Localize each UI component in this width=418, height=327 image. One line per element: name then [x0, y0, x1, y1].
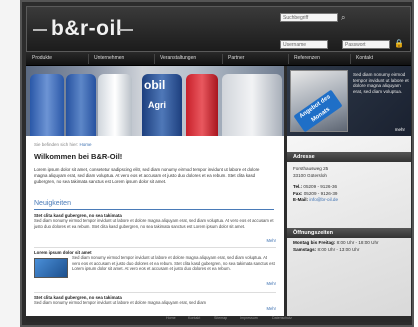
- address-block: Forsthausweg 25 33100 Gütersloh Tel.: 05…: [293, 166, 338, 204]
- footer-link-kontakt[interactable]: Kontakt: [188, 316, 200, 320]
- intro-text: Lorem ipsum dolor sit amet, consetetur s…: [34, 167, 260, 184]
- site-header: b&r-oil Suchbegriff ⌕ Username Passwort …: [26, 6, 411, 52]
- barrel-image: [222, 74, 282, 136]
- promo-stamp: Angebot des Monats: [293, 89, 343, 133]
- news-item: Lorem ipsum dolor sit amet Sed diam nonu…: [34, 250, 276, 292]
- news-item: Stet clita kasd gubergren, no sea takima…: [34, 213, 276, 247]
- lock-icon[interactable]: 🔒: [394, 39, 404, 48]
- nav-divider: [350, 54, 351, 64]
- tel-label: Tel.:: [293, 184, 303, 189]
- weekday-hours: 8:00 Uhr - 18:00 Uhr: [336, 240, 379, 245]
- breadcrumb: Sie befinden sich hier: Home: [34, 142, 92, 147]
- page-title: Wilkommen bei B&R-Oil!: [34, 152, 123, 161]
- footer-link-datenschutz[interactable]: Datenschutz: [272, 316, 292, 320]
- tel-value: 05209 - 9126-36: [303, 184, 338, 189]
- sidebar: Adresse Forsthausweg 25 33100 Gütersloh …: [287, 136, 411, 321]
- address-email: E-Mail: info@br-oil.de: [293, 197, 338, 204]
- weekday-label: Montag bis Freitag:: [293, 240, 336, 245]
- nav-item-produkte[interactable]: Produkte: [32, 55, 52, 61]
- footer-link-sitemap[interactable]: Sitemap: [214, 316, 227, 320]
- news-more-link[interactable]: Mehr: [266, 281, 276, 286]
- news-thumbnail[interactable]: [34, 258, 68, 278]
- news-item: Stet clita kasd gubergren, no sea takima…: [34, 295, 276, 313]
- page-margin: [0, 0, 20, 327]
- nav-divider: [88, 54, 89, 64]
- search-icon[interactable]: ⌕: [341, 13, 345, 22]
- news-heading: Neuigkeiten: [34, 200, 71, 207]
- logo-text: b&r-oil: [51, 17, 123, 40]
- hero-image: obil Agri: [26, 66, 284, 136]
- main-navigation: Produkte Unternehmen Veranstaltungen Par…: [26, 52, 411, 66]
- footer-link-impressum[interactable]: Impressum: [240, 316, 258, 320]
- offer-of-the-month[interactable]: Angebot des Monats Sed diam nonumy eirmo…: [287, 66, 411, 136]
- saturday-hours: 8:00 Uhr - 13:00 Uhr: [317, 246, 360, 252]
- saturday-label: Samstags:: [293, 246, 317, 252]
- nav-item-partner[interactable]: Partner: [228, 55, 244, 61]
- hero-brand-text: obil: [144, 78, 166, 92]
- hours-block: Montag bis Freitag: 8:00 Uhr - 18:00 Uhr…: [293, 240, 379, 253]
- breadcrumb-prefix: Sie befinden sich hier:: [34, 142, 79, 147]
- hero-sub-text: Agri: [148, 100, 166, 110]
- search-input[interactable]: Suchbegriff: [280, 13, 338, 22]
- nav-item-kontakt[interactable]: Kontakt: [356, 55, 373, 61]
- news-more-link[interactable]: Mehr: [266, 306, 276, 311]
- promo-image: Angebot des Monats: [290, 70, 348, 133]
- barrel-image: [98, 74, 132, 136]
- news-item-text: Sed diam nonumy eirmod tempor invidunt u…: [34, 300, 207, 305]
- email-link[interactable]: info@br-oil.de: [309, 197, 338, 202]
- address-heading: Adresse: [287, 152, 411, 162]
- hours-heading: Öffnungszeiten: [287, 228, 411, 238]
- news-more-link[interactable]: Mehr: [266, 238, 276, 243]
- logo-dash-left: [33, 29, 47, 31]
- nav-divider: [288, 54, 289, 64]
- promo-more-link[interactable]: mehr: [395, 127, 405, 132]
- news-heading-underline: [34, 209, 274, 210]
- site-logo[interactable]: b&r-oil: [33, 17, 133, 43]
- nav-divider: [154, 54, 155, 64]
- nav-item-veranstaltungen[interactable]: Veranstaltungen: [160, 55, 196, 61]
- username-field[interactable]: Username: [280, 40, 328, 49]
- barrel-image: [30, 74, 64, 136]
- barrel-image: [186, 74, 218, 136]
- main-content: Sie befinden sich hier: Home Wilkommen b…: [26, 136, 284, 321]
- barrel-image: [66, 74, 96, 136]
- footer-link-home[interactable]: Home: [166, 316, 176, 320]
- site-footer: Home Kontakt Sitemap Impressum Datenschu…: [26, 316, 411, 322]
- nav-item-referenzen[interactable]: Referenzen: [294, 55, 320, 61]
- logo-dash-right: [119, 29, 133, 31]
- news-item-text: Sed diam nonumy eirmod tempor invidunt u…: [72, 255, 275, 272]
- news-item-text: Sed diam nonumy eirmod tempor invidunt u…: [34, 218, 274, 229]
- fax-label: Fax:: [293, 190, 303, 196]
- news-divider: [34, 247, 276, 248]
- news-divider: [34, 292, 276, 293]
- nav-divider: [222, 54, 223, 64]
- email-label: E-Mail:: [293, 197, 309, 202]
- nav-item-unternehmen[interactable]: Unternehmen: [94, 55, 124, 61]
- fax-value: 05209 - 9126-39: [303, 190, 338, 196]
- breadcrumb-home-link[interactable]: Home: [80, 142, 92, 147]
- password-field[interactable]: Passwort: [342, 40, 390, 49]
- promo-text: Sed diam nonumy eirmod tempor invidunt u…: [353, 72, 409, 94]
